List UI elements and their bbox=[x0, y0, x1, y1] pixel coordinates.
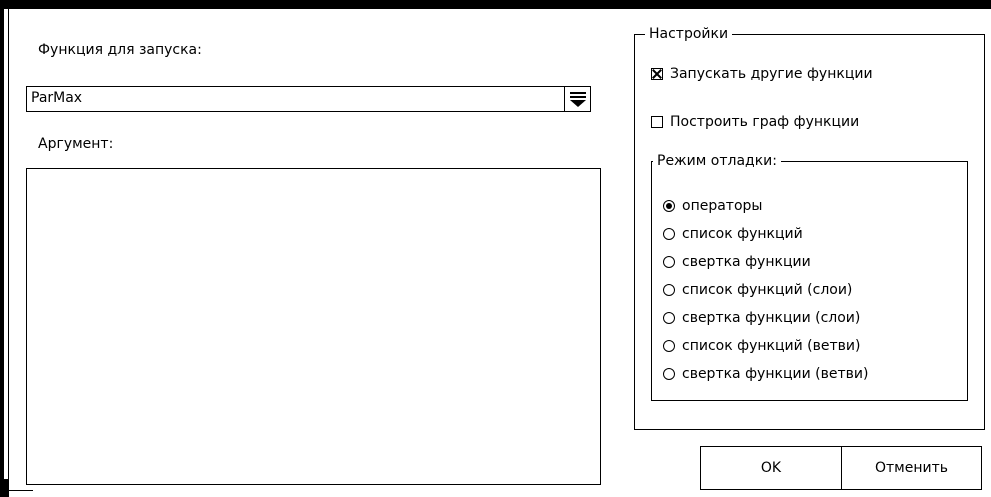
argument-label: Аргумент: bbox=[38, 136, 114, 152]
radio-unselected-icon[interactable] bbox=[663, 312, 675, 324]
debug-option-label: операторы bbox=[682, 198, 763, 214]
build-function-graph-label: Построить граф функции bbox=[670, 114, 860, 130]
debug-option-operators[interactable]: операторы bbox=[663, 198, 762, 214]
function-select[interactable]: ParMax bbox=[26, 86, 591, 112]
radio-unselected-icon[interactable] bbox=[663, 340, 675, 352]
debug-option-function-list-layers[interactable]: список функций (слои) bbox=[663, 282, 852, 298]
debug-option-label: список функций bbox=[682, 226, 803, 242]
build-function-graph-checkbox[interactable]: Построить граф функции bbox=[651, 114, 859, 130]
debug-option-function-list-branches[interactable]: список функций (ветви) bbox=[663, 338, 860, 354]
run-other-functions-checkbox[interactable]: Запускать другие функции bbox=[651, 66, 873, 82]
run-other-functions-label: Запускать другие функции bbox=[670, 66, 873, 82]
radio-unselected-icon[interactable] bbox=[663, 228, 675, 240]
debug-option-label: свертка функции (ветви) bbox=[682, 366, 869, 382]
cancel-button[interactable]: Отменить bbox=[841, 446, 982, 490]
debug-option-label: свертка функции bbox=[682, 254, 811, 270]
radio-unselected-icon[interactable] bbox=[663, 284, 675, 296]
function-select-value: ParMax bbox=[31, 90, 83, 106]
debug-option-function-fold[interactable]: свертка функции bbox=[663, 254, 811, 270]
radio-unselected-icon[interactable] bbox=[663, 368, 675, 380]
debug-option-label: свертка функции (слои) bbox=[682, 310, 861, 326]
debug-option-function-fold-layers[interactable]: свертка функции (слои) bbox=[663, 310, 860, 326]
debug-mode-group-title: Режим отладки: bbox=[653, 152, 781, 170]
checkbox-unchecked-icon[interactable] bbox=[651, 116, 663, 128]
settings-group-title: Настройки bbox=[645, 25, 733, 43]
radio-unselected-icon[interactable] bbox=[663, 256, 675, 268]
checkbox-checked-icon[interactable] bbox=[651, 68, 663, 80]
radio-selected-icon[interactable] bbox=[663, 200, 675, 212]
debug-option-function-list[interactable]: список функций bbox=[663, 226, 803, 242]
debug-mode-group: Режим отладки: bbox=[651, 152, 968, 401]
debug-option-label: список функций (слои) bbox=[682, 282, 853, 298]
function-label: Функция для запуска: bbox=[38, 42, 202, 58]
ok-button[interactable]: OK bbox=[700, 446, 842, 490]
argument-textarea[interactable] bbox=[26, 168, 601, 485]
debug-option-label: список функций (ветви) bbox=[682, 338, 861, 354]
dropdown-arrow-icon[interactable] bbox=[564, 87, 590, 111]
window-frame-left-inner bbox=[4, 9, 9, 479]
debug-option-function-fold-branches[interactable]: свертка функции (ветви) bbox=[663, 366, 868, 382]
window-frame-top bbox=[0, 0, 991, 9]
window-frame-bottom-tick bbox=[9, 490, 33, 491]
